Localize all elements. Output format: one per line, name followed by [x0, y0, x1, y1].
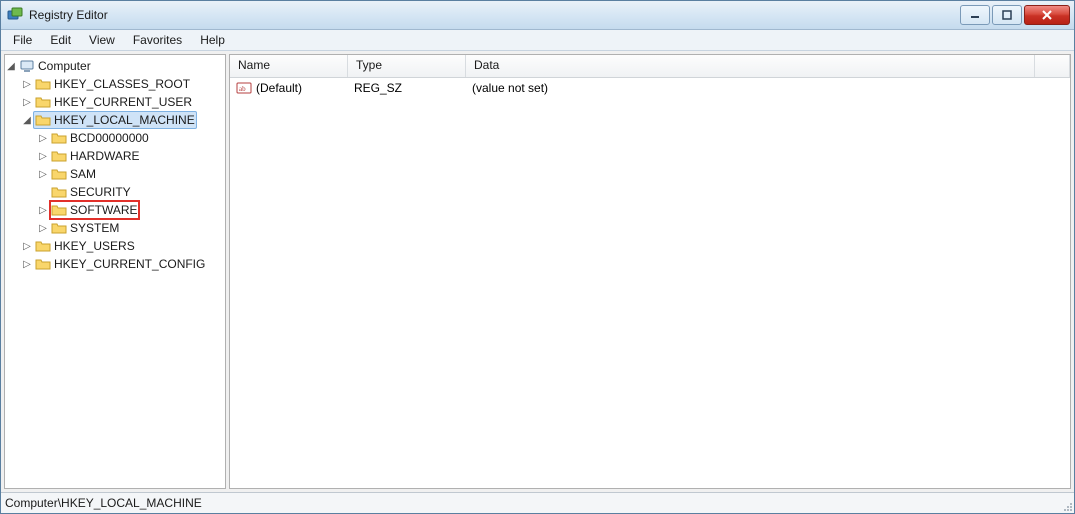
tree-item-bcd[interactable]: ▷ BCD00000000: [5, 129, 225, 147]
expand-icon[interactable]: ▷: [37, 205, 49, 216]
folder-icon: [51, 220, 67, 236]
folder-icon: [35, 94, 51, 110]
menu-file[interactable]: File: [5, 31, 40, 49]
collapse-icon[interactable]: ◢: [5, 61, 17, 72]
tree-label: SYSTEM: [70, 221, 119, 235]
tree-label: HKEY_LOCAL_MACHINE: [54, 113, 195, 127]
column-header-name[interactable]: Name: [230, 55, 348, 77]
string-value-icon: ab: [236, 80, 252, 96]
app-icon: [7, 7, 23, 23]
folder-icon: [51, 148, 67, 164]
expand-icon[interactable]: ▷: [37, 169, 49, 180]
statusbar: Computer\HKEY_LOCAL_MACHINE: [1, 492, 1074, 513]
expand-icon[interactable]: ▷: [21, 97, 33, 108]
tree-label: HARDWARE: [70, 149, 140, 163]
tree-label: HKEY_CURRENT_USER: [54, 95, 192, 109]
folder-icon: [35, 238, 51, 254]
tree-item-security[interactable]: SECURITY: [5, 183, 225, 201]
tree-label: BCD00000000: [70, 131, 149, 145]
expand-icon[interactable]: ▷: [21, 259, 33, 270]
column-header-data[interactable]: Data: [466, 55, 1035, 77]
folder-icon: [51, 130, 67, 146]
value-type: REG_SZ: [348, 81, 466, 95]
maximize-button[interactable]: [992, 5, 1022, 25]
titlebar[interactable]: Registry Editor: [1, 1, 1074, 30]
tree-item-hkcc[interactable]: ▷ HKEY_CURRENT_CONFIG: [5, 255, 225, 273]
tree-item-hklm[interactable]: ◢ HKEY_LOCAL_MACHINE: [5, 111, 225, 129]
tree-item-hkcr[interactable]: ▷ HKEY_CLASSES_ROOT: [5, 75, 225, 93]
tree-panel[interactable]: ◢ Computer ▷ HKEY_CLASSES_ROOT: [4, 54, 226, 489]
status-path: Computer\HKEY_LOCAL_MACHINE: [5, 496, 202, 510]
menu-favorites[interactable]: Favorites: [125, 31, 190, 49]
tree-label: SOFTWARE: [70, 203, 138, 217]
resize-grip-icon[interactable]: [1059, 498, 1073, 512]
folder-icon: [51, 202, 67, 218]
folder-icon: [35, 256, 51, 272]
value-row[interactable]: ab (Default) REG_SZ (value not set): [230, 78, 1070, 98]
tree-label: HKEY_USERS: [54, 239, 135, 253]
collapse-icon[interactable]: ◢: [21, 115, 33, 126]
tree-label: SAM: [70, 167, 96, 181]
tree-label: SECURITY: [70, 185, 131, 199]
column-header-type[interactable]: Type: [348, 55, 466, 77]
menu-edit[interactable]: Edit: [42, 31, 79, 49]
tree-label: Computer: [38, 59, 91, 73]
close-button[interactable]: [1024, 5, 1070, 25]
tree-item-hku[interactable]: ▷ HKEY_USERS: [5, 237, 225, 255]
svg-text:ab: ab: [239, 85, 246, 93]
menu-help[interactable]: Help: [192, 31, 233, 49]
tree-item-hkcu[interactable]: ▷ HKEY_CURRENT_USER: [5, 93, 225, 111]
expand-icon[interactable]: ▷: [37, 151, 49, 162]
folder-icon: [51, 184, 67, 200]
folder-icon: [35, 76, 51, 92]
folder-icon: [51, 166, 67, 182]
expand-icon[interactable]: ▷: [21, 241, 33, 252]
tree-item-hardware[interactable]: ▷ HARDWARE: [5, 147, 225, 165]
tree-root-computer[interactable]: ◢ Computer: [5, 57, 225, 75]
tree-item-sam[interactable]: ▷ SAM: [5, 165, 225, 183]
tree-label: HKEY_CLASSES_ROOT: [54, 77, 190, 91]
menubar: File Edit View Favorites Help: [1, 30, 1074, 51]
expand-icon[interactable]: ▷: [37, 133, 49, 144]
value-name: (Default): [256, 81, 302, 95]
expand-icon[interactable]: ▷: [37, 223, 49, 234]
column-header-spacer: [1035, 55, 1070, 77]
tree-item-system[interactable]: ▷ SYSTEM: [5, 219, 225, 237]
expand-icon[interactable]: ▷: [21, 79, 33, 90]
tree-item-software[interactable]: ▷ SOFTWARE: [5, 201, 225, 219]
list-header: Name Type Data: [230, 55, 1070, 78]
expand-icon: [37, 187, 49, 198]
value-data: (value not set): [466, 81, 1070, 95]
tree-label: HKEY_CURRENT_CONFIG: [54, 257, 205, 271]
minimize-button[interactable]: [960, 5, 990, 25]
menu-view[interactable]: View: [81, 31, 123, 49]
computer-icon: [19, 58, 35, 74]
folder-icon: [35, 112, 51, 128]
values-panel: Name Type Data ab (Default): [229, 54, 1071, 489]
window-title: Registry Editor: [29, 8, 960, 22]
